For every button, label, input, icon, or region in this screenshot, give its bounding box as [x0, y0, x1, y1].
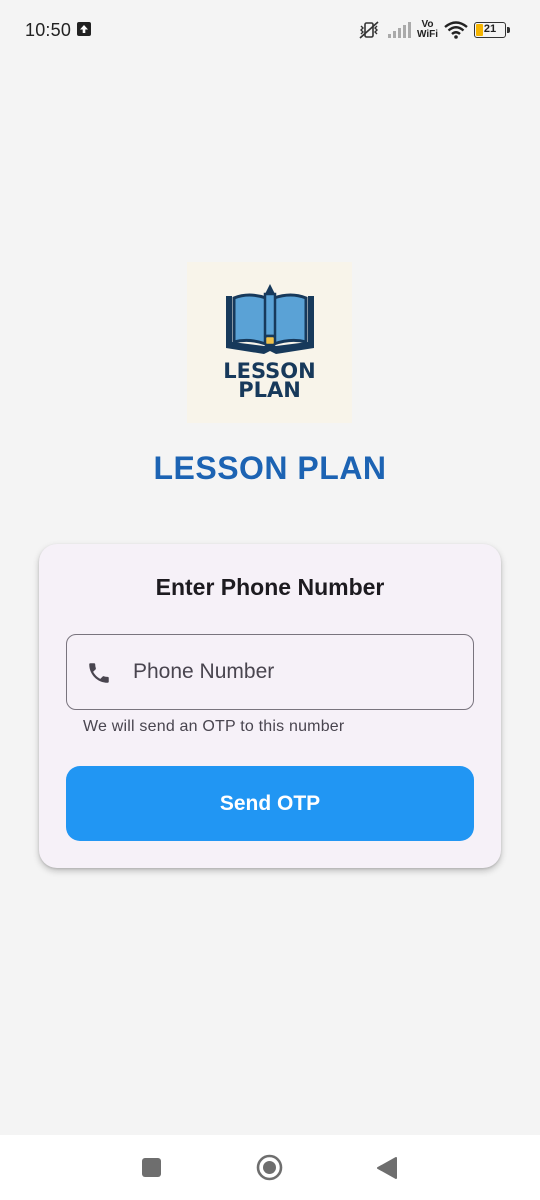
home-icon[interactable]: [256, 1154, 283, 1181]
vowifi-indicator: Vo WiFi: [417, 20, 438, 40]
recent-apps-icon[interactable]: [142, 1158, 161, 1177]
battery-level: 21: [483, 23, 497, 35]
app-logo: LESSON PLAN: [187, 262, 352, 423]
upload-icon: [77, 22, 91, 36]
login-card: Enter Phone Number We will send an OTP t…: [39, 544, 501, 868]
back-icon[interactable]: [376, 1156, 398, 1180]
book-pencil-icon: [226, 284, 314, 354]
status-time: 10:50: [25, 20, 72, 40]
battery-icon: 21: [474, 22, 510, 38]
phone-icon: [89, 663, 109, 683]
app-title: LESSON PLAN: [153, 450, 387, 486]
vowifi-bottom-label: WiFi: [416, 29, 438, 40]
card-title: Enter Phone Number: [155, 574, 385, 600]
send-otp-button[interactable]: Send OTP: [66, 766, 474, 841]
navigation-bar: [0, 1135, 540, 1200]
status-bar: 10:50 Vo WiFi 21: [0, 0, 540, 62]
phone-number-field[interactable]: [66, 634, 474, 710]
logo-text-line2: PLAN: [238, 378, 301, 402]
vibrate-icon: [359, 21, 379, 39]
wifi-icon: [444, 21, 468, 39]
phone-number-input[interactable]: [133, 635, 453, 708]
signal-icon: [387, 22, 411, 38]
battery-tip: [507, 27, 510, 33]
status-icons: Vo WiFi 21: [357, 18, 510, 42]
helper-text: We will send an OTP to this number: [83, 718, 345, 735]
